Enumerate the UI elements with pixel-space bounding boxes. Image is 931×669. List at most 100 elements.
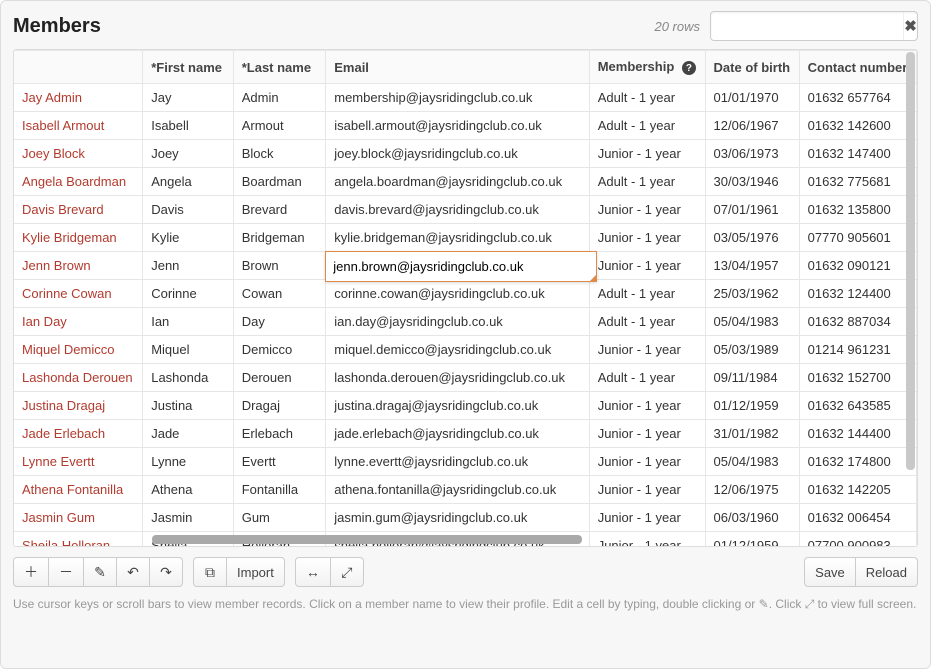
cell-contact[interactable]: 01632 090121 [799,252,916,280]
member-profile-link[interactable]: Jade Erlebach [22,426,105,441]
cell-dob[interactable]: 03/06/1973 [705,140,799,168]
cell-membership[interactable]: Junior - 1 year [589,420,705,448]
cell-contact[interactable]: 01632 142600 [799,112,916,140]
cell-first-name[interactable]: Athena [143,476,234,504]
cell-last-name[interactable]: Brevard [233,196,326,224]
cell-email[interactable]: isabell.armout@jaysridingclub.co.uk [326,112,589,140]
cell-last-name[interactable]: Brown [233,252,326,280]
cell-dob[interactable]: 12/06/1967 [705,112,799,140]
cell-membership[interactable]: Adult - 1 year [589,112,705,140]
cell-membership[interactable]: Junior - 1 year [589,224,705,252]
cell-first-name[interactable]: Kylie [143,224,234,252]
cell-dob[interactable]: 31/01/1982 [705,420,799,448]
cell-first-name[interactable]: Isabell [143,112,234,140]
col-header-contact[interactable]: Contact number [799,51,916,84]
member-profile-link[interactable]: Ian Day [22,314,67,329]
horizontal-scrollbar-thumb[interactable] [152,535,582,544]
cell-contact[interactable]: 01214 961231 [799,336,916,364]
cell-email[interactable]: lynne.evertt@jaysridingclub.co.uk [326,448,589,476]
cell-membership[interactable]: Junior - 1 year [589,392,705,420]
cell-fullname[interactable]: Angela Boardman [14,168,143,196]
cell-membership[interactable]: Junior - 1 year [589,504,705,532]
cell-email[interactable] [326,252,589,280]
horizontal-scrollbar[interactable] [152,535,903,544]
cell-fullname[interactable]: Sheila Holloran [14,532,143,547]
cell-dob[interactable]: 01/12/1959 [705,392,799,420]
cell-first-name[interactable]: Jenn [143,252,234,280]
cell-email[interactable]: davis.brevard@jaysridingclub.co.uk [326,196,589,224]
vertical-scrollbar[interactable] [906,52,915,544]
member-profile-link[interactable]: Athena Fontanilla [22,482,123,497]
search-clear-button[interactable]: ✖ [903,12,917,40]
copy-button[interactable]: ⧉ [193,557,227,587]
cell-editor-resize-handle[interactable] [589,274,597,282]
cell-membership[interactable]: Junior - 1 year [589,448,705,476]
cell-contact[interactable]: 01632 147400 [799,140,916,168]
cell-email[interactable]: lashonda.derouen@jaysridingclub.co.uk [326,364,589,392]
cell-fullname[interactable]: Lashonda Derouen [14,364,143,392]
cell-contact[interactable]: 01632 657764 [799,84,916,112]
cell-membership[interactable]: Junior - 1 year [589,336,705,364]
cell-contact[interactable]: 01632 144400 [799,420,916,448]
edit-row-button[interactable]: ✎ [83,557,117,587]
cell-membership[interactable]: Junior - 1 year [589,252,705,280]
member-profile-link[interactable]: Jay Admin [22,90,82,105]
cell-last-name[interactable]: Day [233,308,326,336]
cell-fullname[interactable]: Lynne Evertt [14,448,143,476]
member-profile-link[interactable]: Corinne Cowan [22,286,112,301]
cell-contact[interactable]: 07770 905601 [799,224,916,252]
cell-last-name[interactable]: Dragaj [233,392,326,420]
cell-fullname[interactable]: Corinne Cowan [14,280,143,308]
cell-email[interactable]: ian.day@jaysridingclub.co.uk [326,308,589,336]
fullscreen-button[interactable]: ⤢ [330,557,364,587]
cell-last-name[interactable]: Cowan [233,280,326,308]
cell-membership[interactable]: Adult - 1 year [589,84,705,112]
cell-last-name[interactable]: Demicco [233,336,326,364]
cell-contact[interactable]: 01632 142205 [799,476,916,504]
reload-button[interactable]: Reload [855,557,918,587]
cell-dob[interactable]: 30/03/1946 [705,168,799,196]
cell-dob[interactable]: 09/11/1984 [705,364,799,392]
cell-contact[interactable]: 01632 174800 [799,448,916,476]
remove-row-button[interactable]: － [48,557,84,587]
cell-dob[interactable]: 12/06/1975 [705,476,799,504]
cell-email[interactable]: kylie.bridgeman@jaysridingclub.co.uk [326,224,589,252]
member-profile-link[interactable]: Miquel Demicco [22,342,114,357]
import-button[interactable]: Import [226,557,285,587]
col-header-membership[interactable]: Membership ? [589,51,705,84]
cell-fullname[interactable]: Jay Admin [14,84,143,112]
cell-fullname[interactable]: Ian Day [14,308,143,336]
col-header-last-name[interactable]: *Last name [233,51,326,84]
col-header-fullname[interactable] [14,51,143,84]
cell-fullname[interactable]: Athena Fontanilla [14,476,143,504]
cell-last-name[interactable]: Fontanilla [233,476,326,504]
cell-first-name[interactable]: Miquel [143,336,234,364]
member-profile-link[interactable]: Kylie Bridgeman [22,230,117,245]
cell-dob[interactable]: 13/04/1957 [705,252,799,280]
cell-membership[interactable]: Adult - 1 year [589,280,705,308]
cell-email[interactable]: justina.dragaj@jaysridingclub.co.uk [326,392,589,420]
cell-membership[interactable]: Adult - 1 year [589,168,705,196]
cell-fullname[interactable]: Justina Dragaj [14,392,143,420]
col-header-email[interactable]: Email [326,51,589,84]
cell-fullname[interactable]: Davis Brevard [14,196,143,224]
cell-dob[interactable]: 06/03/1960 [705,504,799,532]
member-profile-link[interactable]: Isabell Armout [22,118,104,133]
search-box[interactable]: ✖ [710,11,918,41]
cell-first-name[interactable]: Lashonda [143,364,234,392]
cell-dob[interactable]: 25/03/1962 [705,280,799,308]
cell-dob[interactable]: 01/01/1970 [705,84,799,112]
cell-fullname[interactable]: Miquel Demicco [14,336,143,364]
cell-fullname[interactable]: Jade Erlebach [14,420,143,448]
vertical-scrollbar-thumb[interactable] [906,52,915,470]
cell-membership[interactable]: Adult - 1 year [589,364,705,392]
cell-first-name[interactable]: Lynne [143,448,234,476]
member-profile-link[interactable]: Davis Brevard [22,202,104,217]
cell-membership[interactable]: Junior - 1 year [589,196,705,224]
cell-contact[interactable]: 01632 006454 [799,504,916,532]
cell-fullname[interactable]: Jasmin Gum [14,504,143,532]
cell-first-name[interactable]: Jasmin [143,504,234,532]
cell-first-name[interactable]: Angela [143,168,234,196]
col-header-dob[interactable]: Date of birth [705,51,799,84]
cell-email[interactable]: miquel.demicco@jaysridingclub.co.uk [326,336,589,364]
